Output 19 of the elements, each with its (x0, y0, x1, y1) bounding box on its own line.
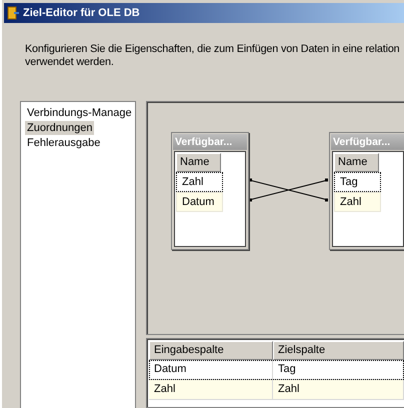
column-item[interactable]: Datum (176, 192, 223, 212)
column-item[interactable]: Zahl (176, 172, 223, 192)
sidebar-item[interactable]: Zuordnungen (25, 121, 94, 135)
sidebar-item[interactable]: Fehlerausgabe (25, 136, 102, 150)
table-title: Verfügbar... (173, 134, 247, 150)
table-cell: Zahl (149, 380, 273, 400)
column-header: Name (176, 153, 221, 172)
column-item[interactable]: Tag (334, 172, 381, 192)
window-title: Ziel-Editor für OLE DB (23, 7, 140, 19)
grid-row[interactable]: Zahl Zahl (149, 380, 404, 400)
grid-row[interactable]: Datum Tag (149, 360, 404, 380)
column-item[interactable]: Zahl (334, 192, 381, 212)
sidebar-item[interactable]: Verbindungs-Manage (25, 106, 134, 120)
column-header[interactable]: Eingabespalte (149, 341, 273, 360)
description-text: Konfigurieren Sie die Eigenschaften, die zum Einfügen von Daten in eine relation verwendet werden. (25, 43, 401, 69)
column-header: Name (334, 153, 379, 172)
column-header[interactable]: Zielspalte (273, 341, 404, 360)
table-title: Verfügbar... (331, 134, 404, 150)
table-cell: Zahl (273, 380, 404, 400)
